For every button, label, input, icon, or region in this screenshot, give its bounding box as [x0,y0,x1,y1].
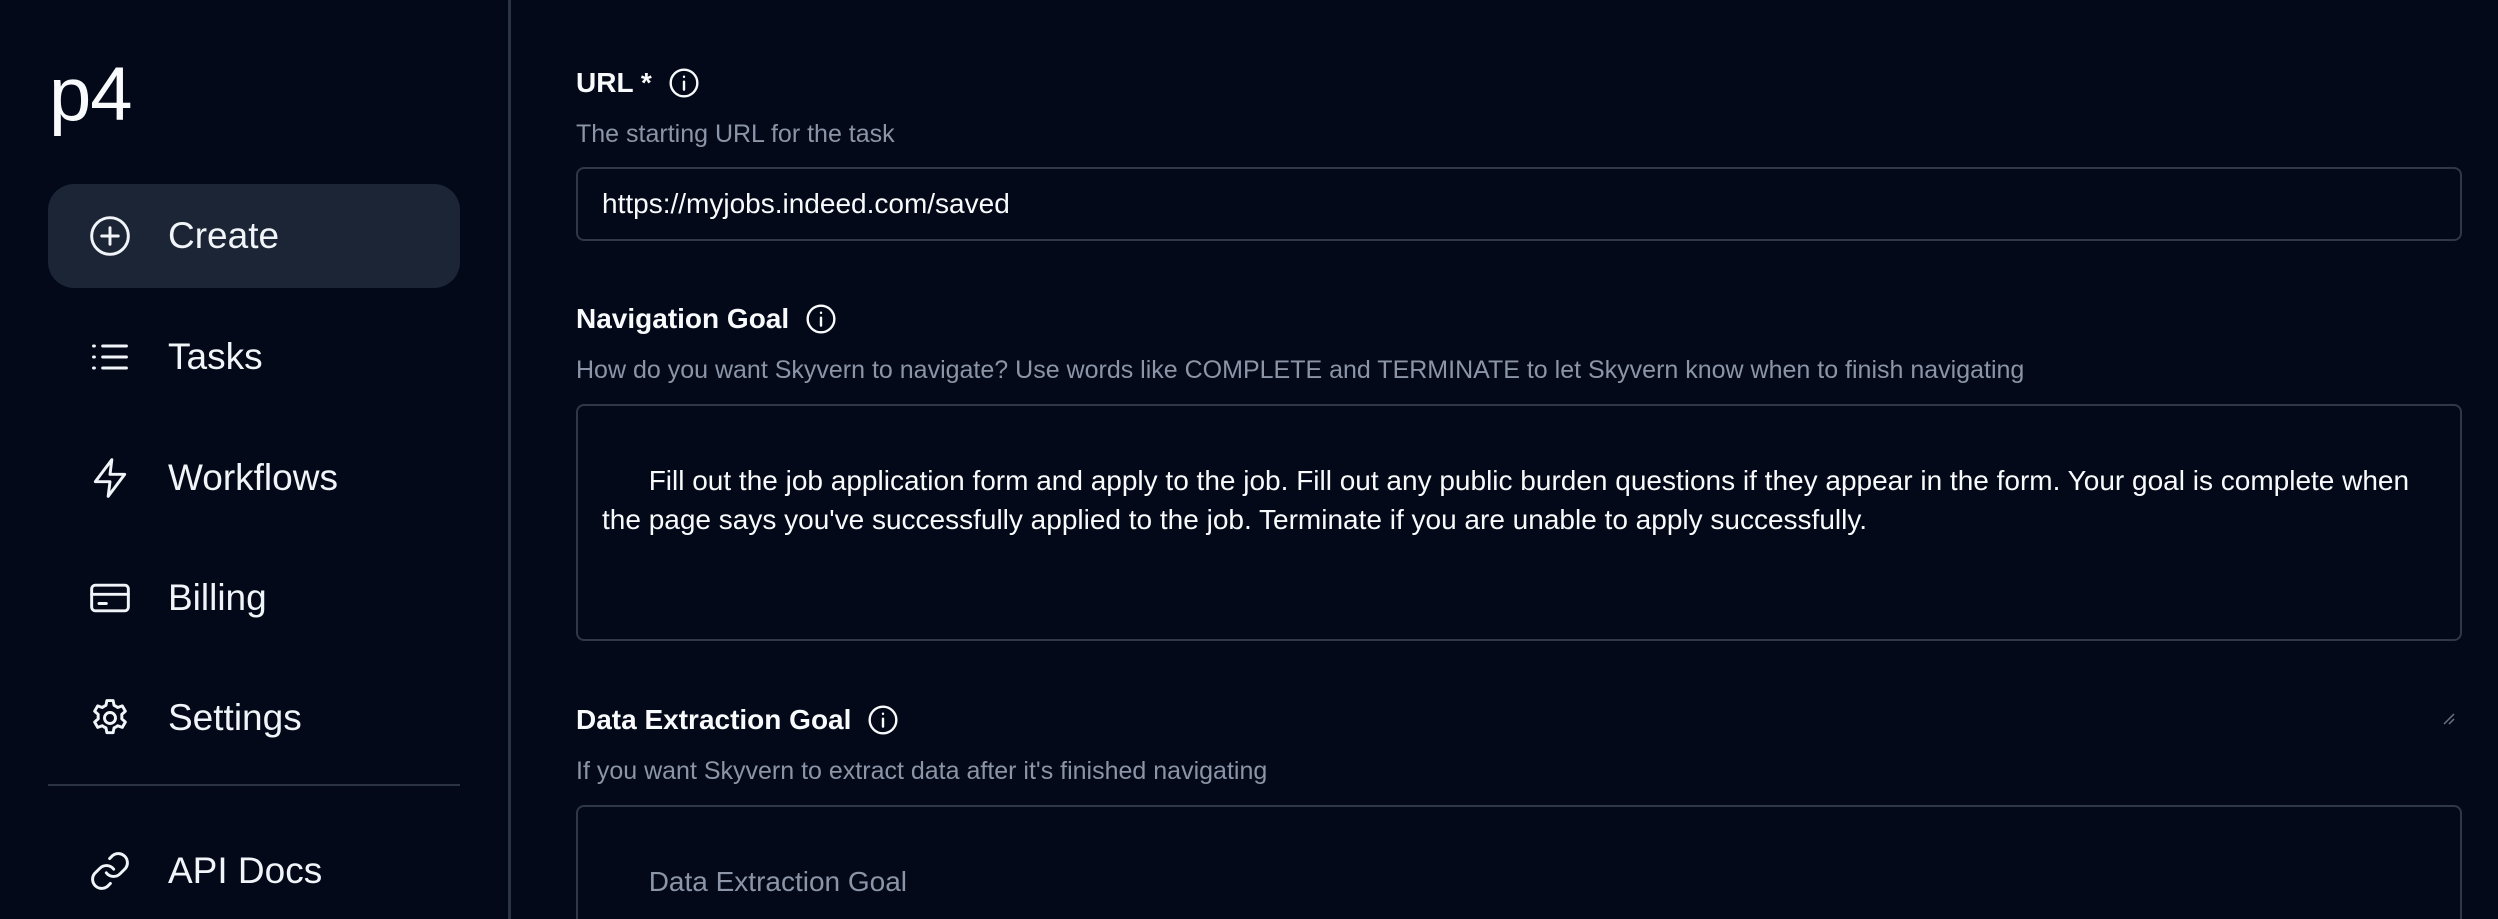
data-extraction-goal-textarea[interactable]: Data Extraction Goal [576,805,2462,919]
sidebar-item-settings[interactable]: Settings [48,666,460,770]
sidebar-item-create[interactable]: Create [48,184,460,288]
navigation-goal-textarea[interactable]: Fill out the job application form and ap… [576,404,2462,725]
url-input[interactable]: https://myjobs.indeed.com/saved [576,167,2462,241]
info-icon[interactable] [668,67,700,99]
sidebar-border [508,0,511,919]
plus-circle-icon [88,214,132,258]
navigation-goal-description: How do you want Skyvern to navigate? Use… [576,356,2025,384]
sidebar: p4 Create Tasks Workflows Billing Settin… [0,0,508,919]
navigation-goal-value: Fill out the job application form and ap… [602,465,2417,535]
sidebar-item-api-docs[interactable]: API Docs [48,819,460,919]
sidebar-item-label: Settings [168,697,302,738]
navigation-goal-label: Navigation Goal [576,303,790,334]
task-form: URL * The starting URL for the task http… [576,0,2462,919]
sidebar-item-billing[interactable]: Billing [48,546,460,650]
gear-icon [88,696,132,740]
app-window: p4 Create Tasks Workflows Billing Settin… [0,0,2498,919]
url-input-value: https://myjobs.indeed.com/saved [602,188,1010,219]
sidebar-item-label: Create [168,215,280,256]
navigation-goal-title: Navigation Goal [576,301,837,337]
lightning-icon [88,456,132,500]
sidebar-separator [48,784,460,786]
url-field-title: URL * [576,65,700,101]
sidebar-item-label: Tasks [168,336,263,377]
sidebar-item-label: Billing [168,577,267,618]
data-extraction-goal-label: Data Extraction Goal [576,704,852,735]
data-extraction-goal-title: Data Extraction Goal [576,702,899,738]
credit-card-icon [88,576,132,620]
app-logo: p4 [49,52,133,137]
resize-handle-icon[interactable] [2440,619,2456,725]
data-extraction-goal-description: If you want Skyvern to extract data afte… [576,757,1268,785]
info-icon[interactable] [867,704,899,736]
link-icon [88,849,132,893]
sidebar-item-label: API Docs [168,850,323,891]
data-extraction-goal-placeholder: Data Extraction Goal [648,866,908,897]
sidebar-item-label: Workflows [168,457,338,498]
info-icon[interactable] [805,303,837,335]
sidebar-item-tasks[interactable]: Tasks [48,305,460,409]
sidebar-item-workflows[interactable]: Workflows [48,426,460,530]
list-icon [88,335,132,379]
url-field-label: URL * [576,67,652,98]
url-field-description: The starting URL for the task [576,120,895,148]
